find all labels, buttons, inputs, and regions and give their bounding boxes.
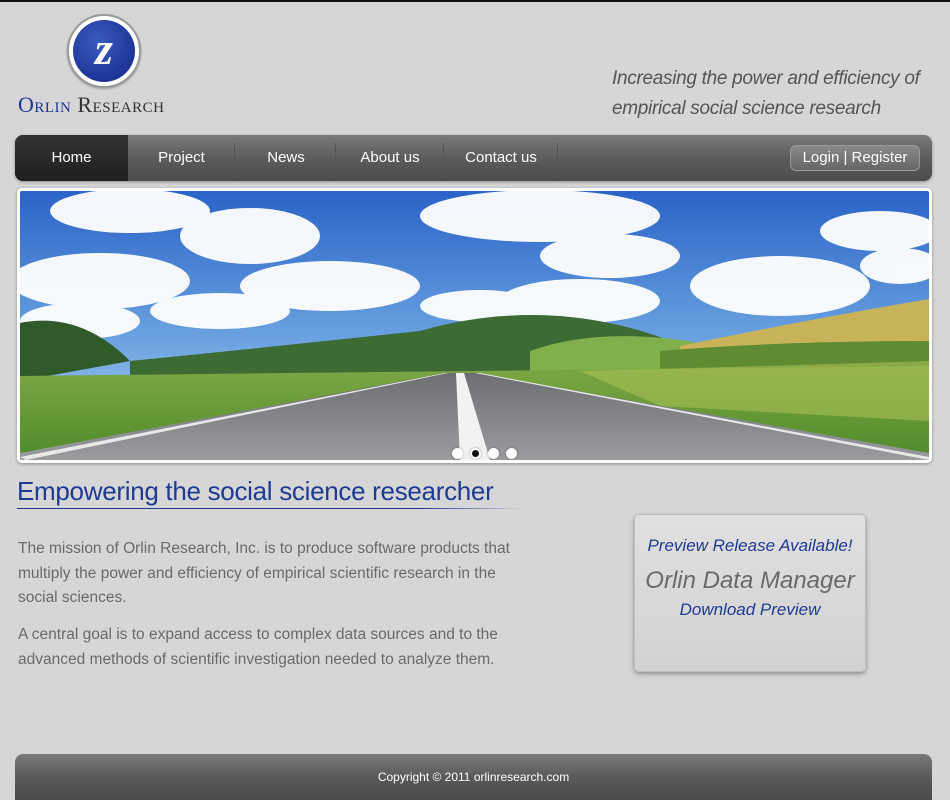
slider-dots — [452, 446, 524, 459]
slider-dot-active[interactable] — [470, 448, 481, 459]
slider-dot[interactable] — [506, 448, 517, 459]
login-separator: | — [843, 149, 848, 166]
site-tagline: Increasing the power and efficiency of e… — [612, 68, 920, 119]
road-landscape-image — [20, 191, 929, 460]
hero-slider[interactable] — [17, 188, 932, 463]
nav-divider — [234, 143, 235, 179]
footer: Copyright © 2011 orlinresearch.com — [15, 754, 932, 800]
nav-item-home[interactable]: Home — [15, 135, 128, 181]
page-headline: Empowering the social science researcher — [17, 476, 494, 506]
preview-release-title[interactable]: Preview Release Available! — [635, 536, 865, 556]
goal-paragraph: A central goal is to expand access to co… — [18, 626, 498, 668]
nav-item-news[interactable]: News — [236, 135, 336, 181]
nav-divider — [335, 143, 336, 179]
slider-dot[interactable] — [488, 448, 499, 459]
nav-divider — [557, 143, 558, 179]
logo-glyph: z — [73, 20, 135, 82]
download-preview-link[interactable]: Download Preview — [635, 600, 865, 620]
register-link[interactable]: Register — [852, 149, 908, 166]
nav-item-project[interactable]: Project — [128, 135, 235, 181]
nav-divider — [443, 143, 444, 179]
logo-text-second: Research — [77, 92, 165, 117]
preview-release-box: Preview Release Available! Orlin Data Ma… — [634, 514, 866, 672]
logo-emblem: z — [67, 14, 141, 88]
top-border — [0, 0, 950, 2]
headline-underline — [17, 508, 522, 509]
nav-item-contact-us[interactable]: Contact us — [445, 135, 557, 181]
logo-text-first: Orlin — [18, 92, 72, 117]
logo-wordmark: Orlin Research — [18, 92, 164, 118]
slider-dot[interactable] — [452, 448, 463, 459]
main-nav: Home Project News About us Contact us Lo… — [15, 135, 932, 181]
nav-item-about-us[interactable]: About us — [337, 135, 443, 181]
product-name: Orlin Data Manager — [645, 567, 855, 594]
login-register-box: Login | Register — [790, 145, 920, 171]
copyright-text: Copyright © 2011 orlinresearch.com — [377, 770, 570, 784]
mission-paragraph: The mission of Orlin Research, Inc. is t… — [18, 540, 510, 606]
logo[interactable]: z Orlin Research — [16, 14, 196, 118]
login-link[interactable]: Login — [803, 149, 840, 166]
